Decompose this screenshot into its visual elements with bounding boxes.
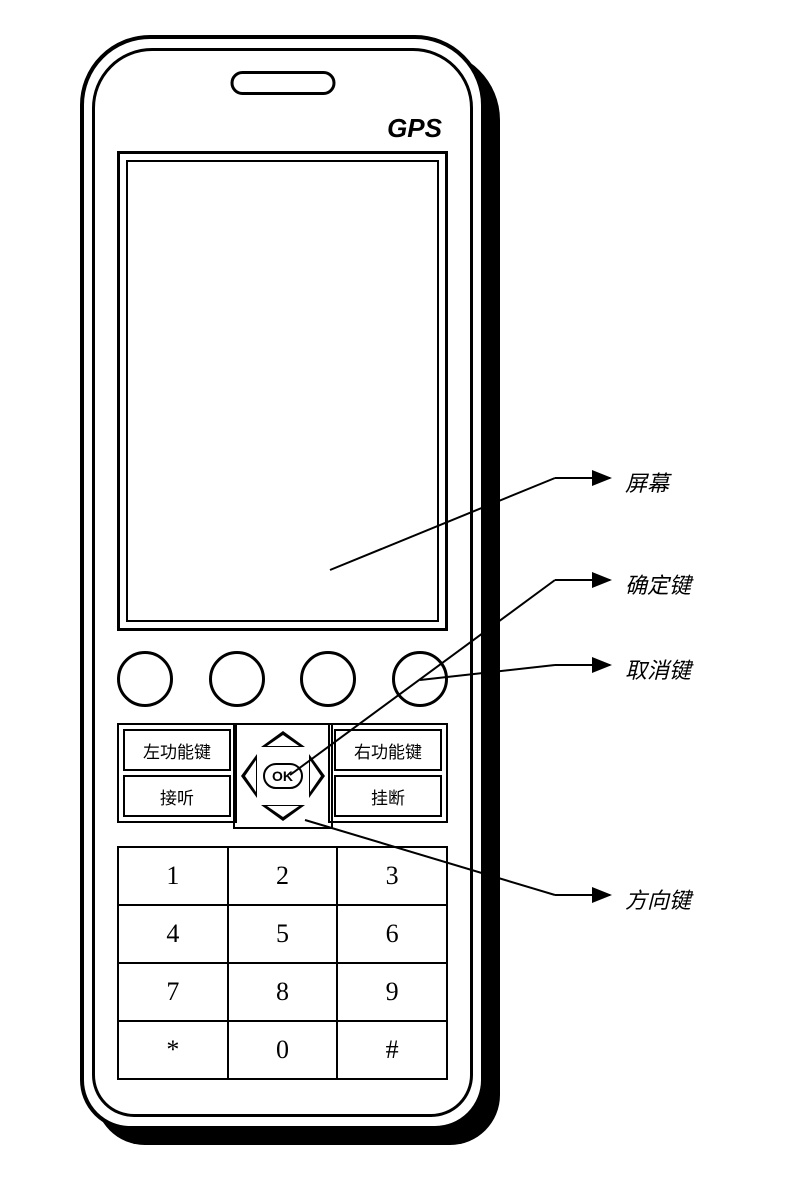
- right-soft-key[interactable]: 右功能键: [334, 729, 442, 771]
- right-function-group: 右功能键 挂断: [328, 723, 448, 823]
- phone-inner-body: GPS 左功能键 接听 OK 右功能: [92, 48, 473, 1117]
- shortcut-button-2[interactable]: [209, 651, 265, 707]
- shortcut-button-3[interactable]: [300, 651, 356, 707]
- key-5[interactable]: 5: [228, 905, 338, 963]
- key-1[interactable]: 1: [118, 847, 228, 905]
- numeric-keypad: 1 2 3 4 5 6 7 8 9 * 0 #: [117, 846, 448, 1080]
- function-key-row: 左功能键 接听 OK 右功能键 挂断: [117, 723, 448, 831]
- screen-bezel: [117, 151, 448, 631]
- gps-label: GPS: [387, 113, 442, 144]
- key-hash[interactable]: #: [337, 1021, 447, 1079]
- callout-screen: 屏幕: [625, 466, 669, 498]
- key-star[interactable]: *: [118, 1021, 228, 1079]
- shortcut-button-row: [117, 651, 448, 707]
- key-4[interactable]: 4: [118, 905, 228, 963]
- shortcut-button-4[interactable]: [392, 651, 448, 707]
- key-0[interactable]: 0: [228, 1021, 338, 1079]
- key-9[interactable]: 9: [337, 963, 447, 1021]
- callout-direction-key: 方向键: [625, 883, 691, 915]
- key-3[interactable]: 3: [337, 847, 447, 905]
- shortcut-button-1[interactable]: [117, 651, 173, 707]
- key-7[interactable]: 7: [118, 963, 228, 1021]
- screen[interactable]: [126, 160, 439, 622]
- left-soft-key[interactable]: 左功能键: [123, 729, 231, 771]
- key-2[interactable]: 2: [228, 847, 338, 905]
- hangup-key[interactable]: 挂断: [334, 775, 442, 817]
- left-function-group: 左功能键 接听: [117, 723, 237, 823]
- key-8[interactable]: 8: [228, 963, 338, 1021]
- dpad: OK: [233, 723, 333, 829]
- answer-key[interactable]: 接听: [123, 775, 231, 817]
- key-6[interactable]: 6: [337, 905, 447, 963]
- speaker-grill: [230, 71, 335, 95]
- callout-cancel-key: 取消键: [625, 653, 691, 685]
- callout-ok-key: 确定键: [625, 568, 691, 600]
- ok-button[interactable]: OK: [263, 763, 303, 789]
